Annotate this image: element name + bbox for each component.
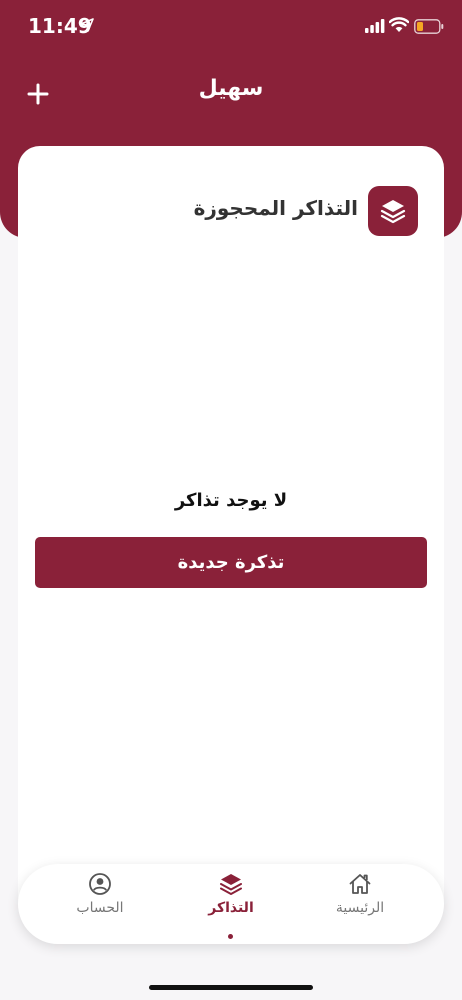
nav-label-tickets: التذاكر — [208, 900, 254, 916]
user-circle-icon — [89, 873, 111, 895]
home-icon — [349, 874, 371, 894]
active-indicator-dot — [228, 934, 233, 939]
nav-item-home[interactable]: الرئيسية — [305, 872, 415, 938]
layers-icon — [368, 186, 418, 236]
layers-icon — [220, 874, 242, 895]
cellular-signal-icon — [365, 19, 385, 33]
page-title: سهيل — [198, 76, 264, 101]
status-bar: 11:49 — [0, 0, 462, 56]
nav-label-account: الحساب — [76, 900, 124, 916]
nav-label-home: الرئيسية — [335, 900, 385, 916]
empty-state-message: لا يوجد تذاكر — [174, 490, 288, 511]
bottom-navigation: الحساب التذاكر الرئيسية — [18, 864, 444, 944]
booked-tickets-card: التذاكر المحجوزة لا يوجد تذاكر تذكرة جدي… — [18, 146, 444, 926]
nav-item-account[interactable]: الحساب — [45, 872, 155, 938]
wifi-icon — [389, 17, 409, 32]
new-ticket-button[interactable]: تذكرة جديدة — [35, 537, 427, 588]
location-arrow-icon — [80, 18, 94, 32]
battery-low-icon — [414, 19, 444, 34]
nav-item-tickets[interactable]: التذاكر — [176, 872, 286, 939]
home-indicator[interactable] — [149, 985, 313, 990]
section-title: التذاكر المحجوزة — [193, 196, 358, 220]
